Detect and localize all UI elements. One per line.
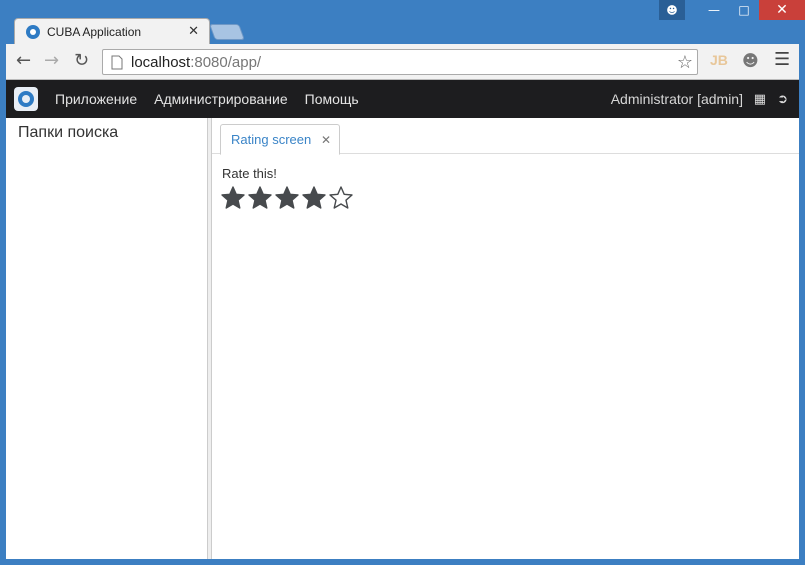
close-window-icon[interactable]: ✕: [759, 0, 805, 20]
url-host: localhost: [131, 53, 191, 71]
menu-item-application[interactable]: Приложение: [55, 91, 137, 107]
app-window: Приложение Администрирование Помощь Admi…: [6, 80, 799, 559]
address-bar[interactable]: localhost:8080/app/ ☆: [102, 49, 698, 75]
screen-tabs: Rating screen ✕: [212, 118, 799, 155]
url-text: localhost:8080/app/: [131, 54, 261, 71]
close-tab-icon[interactable]: ✕: [188, 24, 199, 39]
url-path: :8080/app/: [190, 53, 262, 71]
star-filled-icon[interactable]: [301, 185, 327, 211]
rating-label: Rate this!: [222, 166, 277, 181]
menu-item-administration[interactable]: Администрирование: [154, 91, 288, 107]
cuba-logo-icon: [18, 91, 34, 107]
window-controls: ☻ — □ ✕: [659, 0, 805, 20]
reload-icon[interactable]: ↻: [74, 52, 89, 70]
tab-rating-screen-label: Rating screen: [231, 132, 312, 147]
rating-stars[interactable]: [220, 185, 355, 211]
star-filled-icon[interactable]: [220, 185, 246, 211]
new-tab-button[interactable]: [209, 24, 245, 40]
page-icon: [111, 55, 123, 69]
app-menubar: Приложение Администрирование Помощь Admi…: [6, 80, 799, 118]
app-logo[interactable]: [14, 87, 38, 111]
jb-extension-icon[interactable]: JB: [710, 52, 728, 68]
star-filled-icon[interactable]: [247, 185, 273, 211]
logout-icon[interactable]: ➲: [777, 92, 788, 107]
close-icon[interactable]: ✕: [321, 133, 331, 147]
browser-tab-title: CUBA Application: [47, 24, 142, 39]
tab-strip: CUBA Application ✕: [0, 18, 805, 44]
window-mode-icon[interactable]: ▦: [754, 92, 766, 107]
star-filled-icon[interactable]: [274, 185, 300, 211]
minimize-icon[interactable]: —: [699, 0, 729, 20]
hamburger-icon[interactable]: ☰: [774, 49, 790, 70]
browser-tab[interactable]: CUBA Application ✕: [14, 18, 210, 44]
main-content: Rating screen ✕ Rate this!: [212, 118, 799, 559]
profile-icon[interactable]: ☻: [659, 0, 685, 20]
star-outline-icon[interactable]: ☆: [677, 52, 693, 73]
tab-rating-screen[interactable]: Rating screen ✕: [220, 124, 340, 155]
arrow-right-icon[interactable]: →: [44, 52, 59, 70]
maximize-icon[interactable]: □: [729, 0, 759, 20]
extension-icon[interactable]: ☻: [742, 51, 759, 70]
search-folders-title: Папки поиска: [18, 124, 119, 141]
menu-item-help[interactable]: Помощь: [305, 91, 359, 107]
folders-panel: Папки поиска: [6, 118, 208, 559]
favicon-icon: [26, 24, 40, 39]
arrow-left-icon[interactable]: ←: [16, 52, 31, 70]
browser-toolbar: ← → ↻ localhost:8080/app/ ☆ JB ☻ ☰: [6, 44, 799, 80]
user-indicator[interactable]: Administrator [admin]: [611, 91, 743, 107]
star-empty-icon[interactable]: [328, 185, 354, 211]
